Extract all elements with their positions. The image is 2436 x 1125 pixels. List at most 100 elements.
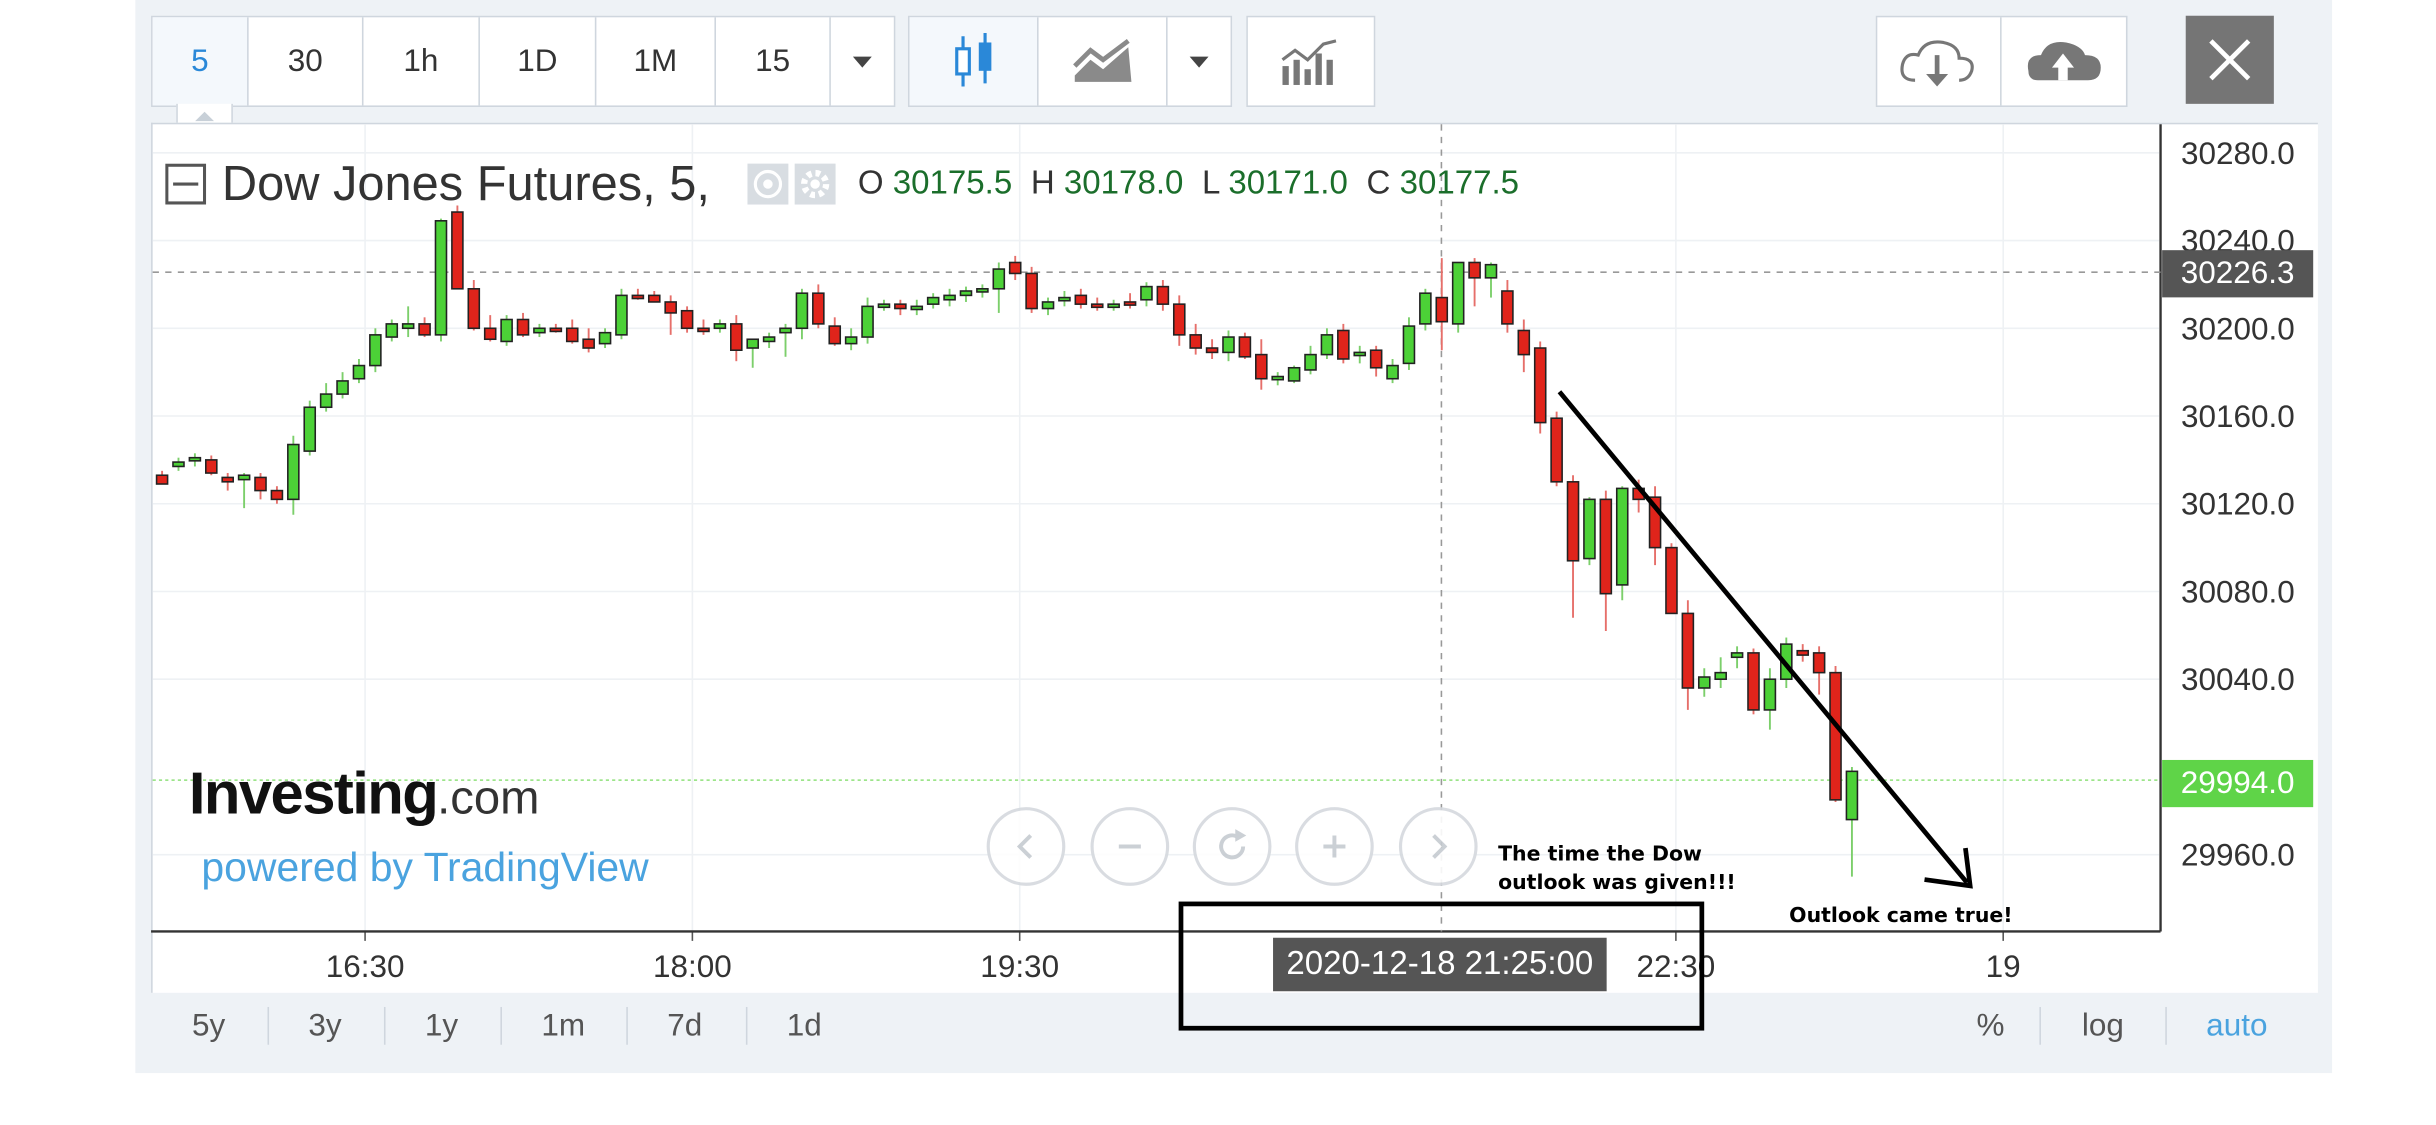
candle-body <box>1583 498 1596 560</box>
candle-body <box>910 305 924 311</box>
y-tick-label: 30160.0 <box>2181 399 2295 434</box>
range-1m-button[interactable]: 1m <box>541 994 585 1057</box>
candle-body <box>1041 301 1055 310</box>
ohlc-values: O 30175.5 H 30178.0 L 30171.0 C 30177.5 <box>858 165 1529 203</box>
candle-body <box>1156 285 1170 305</box>
candle-body <box>336 380 349 395</box>
candle-body <box>1304 353 1317 371</box>
candle-body <box>1140 285 1153 301</box>
candle-body <box>795 292 809 330</box>
candle-body <box>730 323 743 352</box>
range-divider <box>745 1006 748 1045</box>
candle-body <box>959 290 973 297</box>
candle-body <box>1255 353 1268 380</box>
candle-body <box>1074 294 1088 305</box>
candle-body <box>1845 770 1859 821</box>
candle-body <box>1320 334 1334 356</box>
candle-body <box>1238 336 1252 358</box>
candle-body <box>1451 261 1465 325</box>
zoom-in-button[interactable] <box>1295 807 1374 886</box>
low-label: L <box>1202 165 1220 202</box>
x-tick-label: 19 <box>1986 949 2021 984</box>
chart-legend: Dow Jones Futures, 5, O 30175.5 H 30178.… <box>165 153 1528 216</box>
candle-body <box>1665 546 1678 615</box>
logo-suffix: .com <box>437 772 540 825</box>
candle-body <box>713 323 727 330</box>
annotation-note-true: Outlook came true! <box>1789 904 2013 929</box>
candle-body <box>1517 329 1531 356</box>
candle-body <box>1697 676 1711 689</box>
candle-body <box>1812 652 1826 674</box>
candle-body <box>1369 349 1383 369</box>
candle-body <box>467 288 481 330</box>
candle-body <box>205 459 218 474</box>
candle-body <box>533 327 546 334</box>
range-divider <box>500 1006 502 1045</box>
annotation-box <box>1178 901 1705 1031</box>
zoom-out-button[interactable] <box>1090 807 1170 886</box>
annotation-arrow <box>1557 390 1969 885</box>
candle-body <box>1501 290 1514 325</box>
range-7d-button[interactable]: 7d <box>667 994 702 1057</box>
chevron-left-icon <box>1016 834 1033 859</box>
candle-body <box>615 294 628 336</box>
auto-scale-button[interactable]: auto <box>2206 994 2267 1057</box>
scale-divider <box>2039 1006 2041 1045</box>
percent-scale-button[interactable]: % <box>1976 994 2004 1057</box>
range-1y-button[interactable]: 1y <box>425 994 458 1057</box>
symbol-title: Dow Jones Futures, 5, <box>221 155 710 211</box>
candle-body <box>270 489 284 501</box>
candle-body <box>1796 649 1810 656</box>
candle-body <box>237 474 251 481</box>
candle-body <box>401 323 415 330</box>
range-5y-button[interactable]: 5y <box>192 994 225 1057</box>
y-tick-label: 30120.0 <box>2181 487 2295 522</box>
candle-body <box>647 294 661 303</box>
candle-body <box>1533 347 1547 424</box>
candle-body <box>1763 678 1777 711</box>
candle-body <box>287 443 300 501</box>
candle-body <box>976 288 989 293</box>
candle-body <box>1730 652 1744 659</box>
candle-body <box>779 327 792 334</box>
y-tick-label: 30280.0 <box>2181 136 2295 171</box>
candle-body <box>1484 263 1498 279</box>
candle-body <box>385 323 399 338</box>
visibility-icon[interactable] <box>747 163 789 205</box>
candle-body <box>861 305 874 338</box>
scroll-right-button[interactable] <box>1398 807 1478 886</box>
y-tick-label: 30080.0 <box>2181 574 2295 609</box>
candle-body <box>1419 292 1432 325</box>
candle-body <box>1205 347 1219 354</box>
powered-by-link[interactable]: powered by TradingView <box>201 843 648 892</box>
candle-body <box>1550 417 1563 483</box>
candle-body <box>1747 652 1760 711</box>
minus-icon <box>1118 844 1141 849</box>
y-tick-label: 30040.0 <box>2181 662 2295 697</box>
candle-body <box>369 334 382 367</box>
scale-divider <box>2165 1006 2167 1045</box>
reset-chart-button[interactable] <box>1192 807 1272 886</box>
candle-body <box>1386 364 1399 380</box>
high-value: 30178.0 <box>1063 165 1184 202</box>
candle-body <box>500 318 513 343</box>
settings-gear-icon[interactable] <box>794 163 836 205</box>
range-3y-button[interactable]: 3y <box>308 994 341 1057</box>
collapse-icon[interactable] <box>165 163 207 205</box>
x-tick-label: 19:30 <box>980 949 1059 984</box>
candle-body <box>418 323 431 336</box>
logo-text: Investing <box>188 761 439 828</box>
range-1d-button[interactable]: 1d <box>787 994 822 1057</box>
candle-body <box>549 327 563 333</box>
crosshair-price-tag: 30226.3 <box>2162 250 2314 298</box>
candle-body <box>877 303 891 309</box>
candle-body <box>1287 366 1301 382</box>
candle-body <box>352 364 366 380</box>
log-scale-button[interactable]: log <box>2082 994 2124 1057</box>
y-tick-label: 30200.0 <box>2181 311 2295 346</box>
scroll-left-button[interactable] <box>986 807 1066 886</box>
candle-body <box>303 406 317 452</box>
candle-body <box>516 318 530 336</box>
y-tick-label: 29960.0 <box>2181 838 2295 873</box>
candle-body <box>1172 303 1186 336</box>
